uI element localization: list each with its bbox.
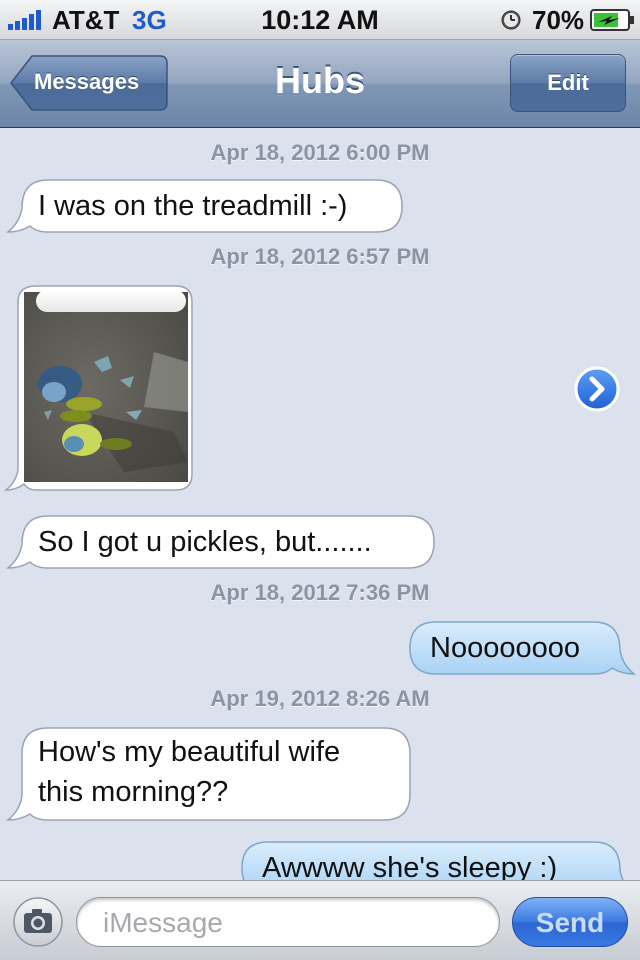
compose-bar: iMessage Send [0,880,640,960]
incoming-message-bubble[interactable]: How's my beautiful wife this morning?? [5,726,412,822]
alarm-clock-icon [501,10,521,30]
timestamp: Apr 18, 2012 6:57 PM [210,244,430,269]
send-button[interactable]: Send [512,897,628,947]
outgoing-message-bubble[interactable]: Noooooooo [408,620,637,676]
message-thread[interactable]: Apr 18, 2012 6:00 PM I was on the treadm… [0,128,640,880]
incoming-photo-bubble[interactable] [3,284,196,496]
message-text: Noooooooo [430,632,580,664]
pickle-jar-photo[interactable] [24,292,188,482]
send-button-label: Send [535,907,605,938]
timestamp: Apr 18, 2012 7:36 PM [210,580,430,605]
incoming-message-bubble[interactable]: So I got u pickles, but....... [5,514,436,570]
message-text: So I got u pickles, but....... [38,526,372,558]
message-text: I was on the treadmill :-) [38,190,348,222]
battery-charging-icon [590,9,634,31]
disclosure-arrow-icon[interactable] [574,366,620,412]
status-bar: AT&T 3G 10:12 AM 70% [0,0,640,40]
back-button-label: Messages [34,69,140,94]
message-text-line: this morning?? [38,776,229,808]
photo-overlay-bar [36,290,186,312]
edit-button-label: Edit [547,70,589,95]
timestamp: Apr 19, 2012 8:26 AM [210,686,430,711]
incoming-message-bubble[interactable]: I was on the treadmill :-) [5,178,404,234]
timestamp: Apr 18, 2012 6:00 PM [210,140,430,165]
back-button[interactable]: Messages [10,54,168,112]
message-input[interactable]: iMessage [76,897,500,947]
message-text-line: How's my beautiful wife [38,736,341,768]
network-type-label: 3G [132,5,167,35]
message-text: Awwww she's sleepy :) [262,852,558,880]
message-input-placeholder: iMessage [103,907,223,938]
camera-icon[interactable] [12,897,64,947]
battery-percent: 70% [532,5,585,35]
edit-button[interactable]: Edit [510,54,626,112]
outgoing-message-bubble[interactable]: Awwww she's sleepy :) [240,840,636,880]
nav-bar: Messages Hubs Edit [0,40,640,128]
carrier-label: AT&T [52,5,120,35]
signal-bars-icon [8,10,41,30]
